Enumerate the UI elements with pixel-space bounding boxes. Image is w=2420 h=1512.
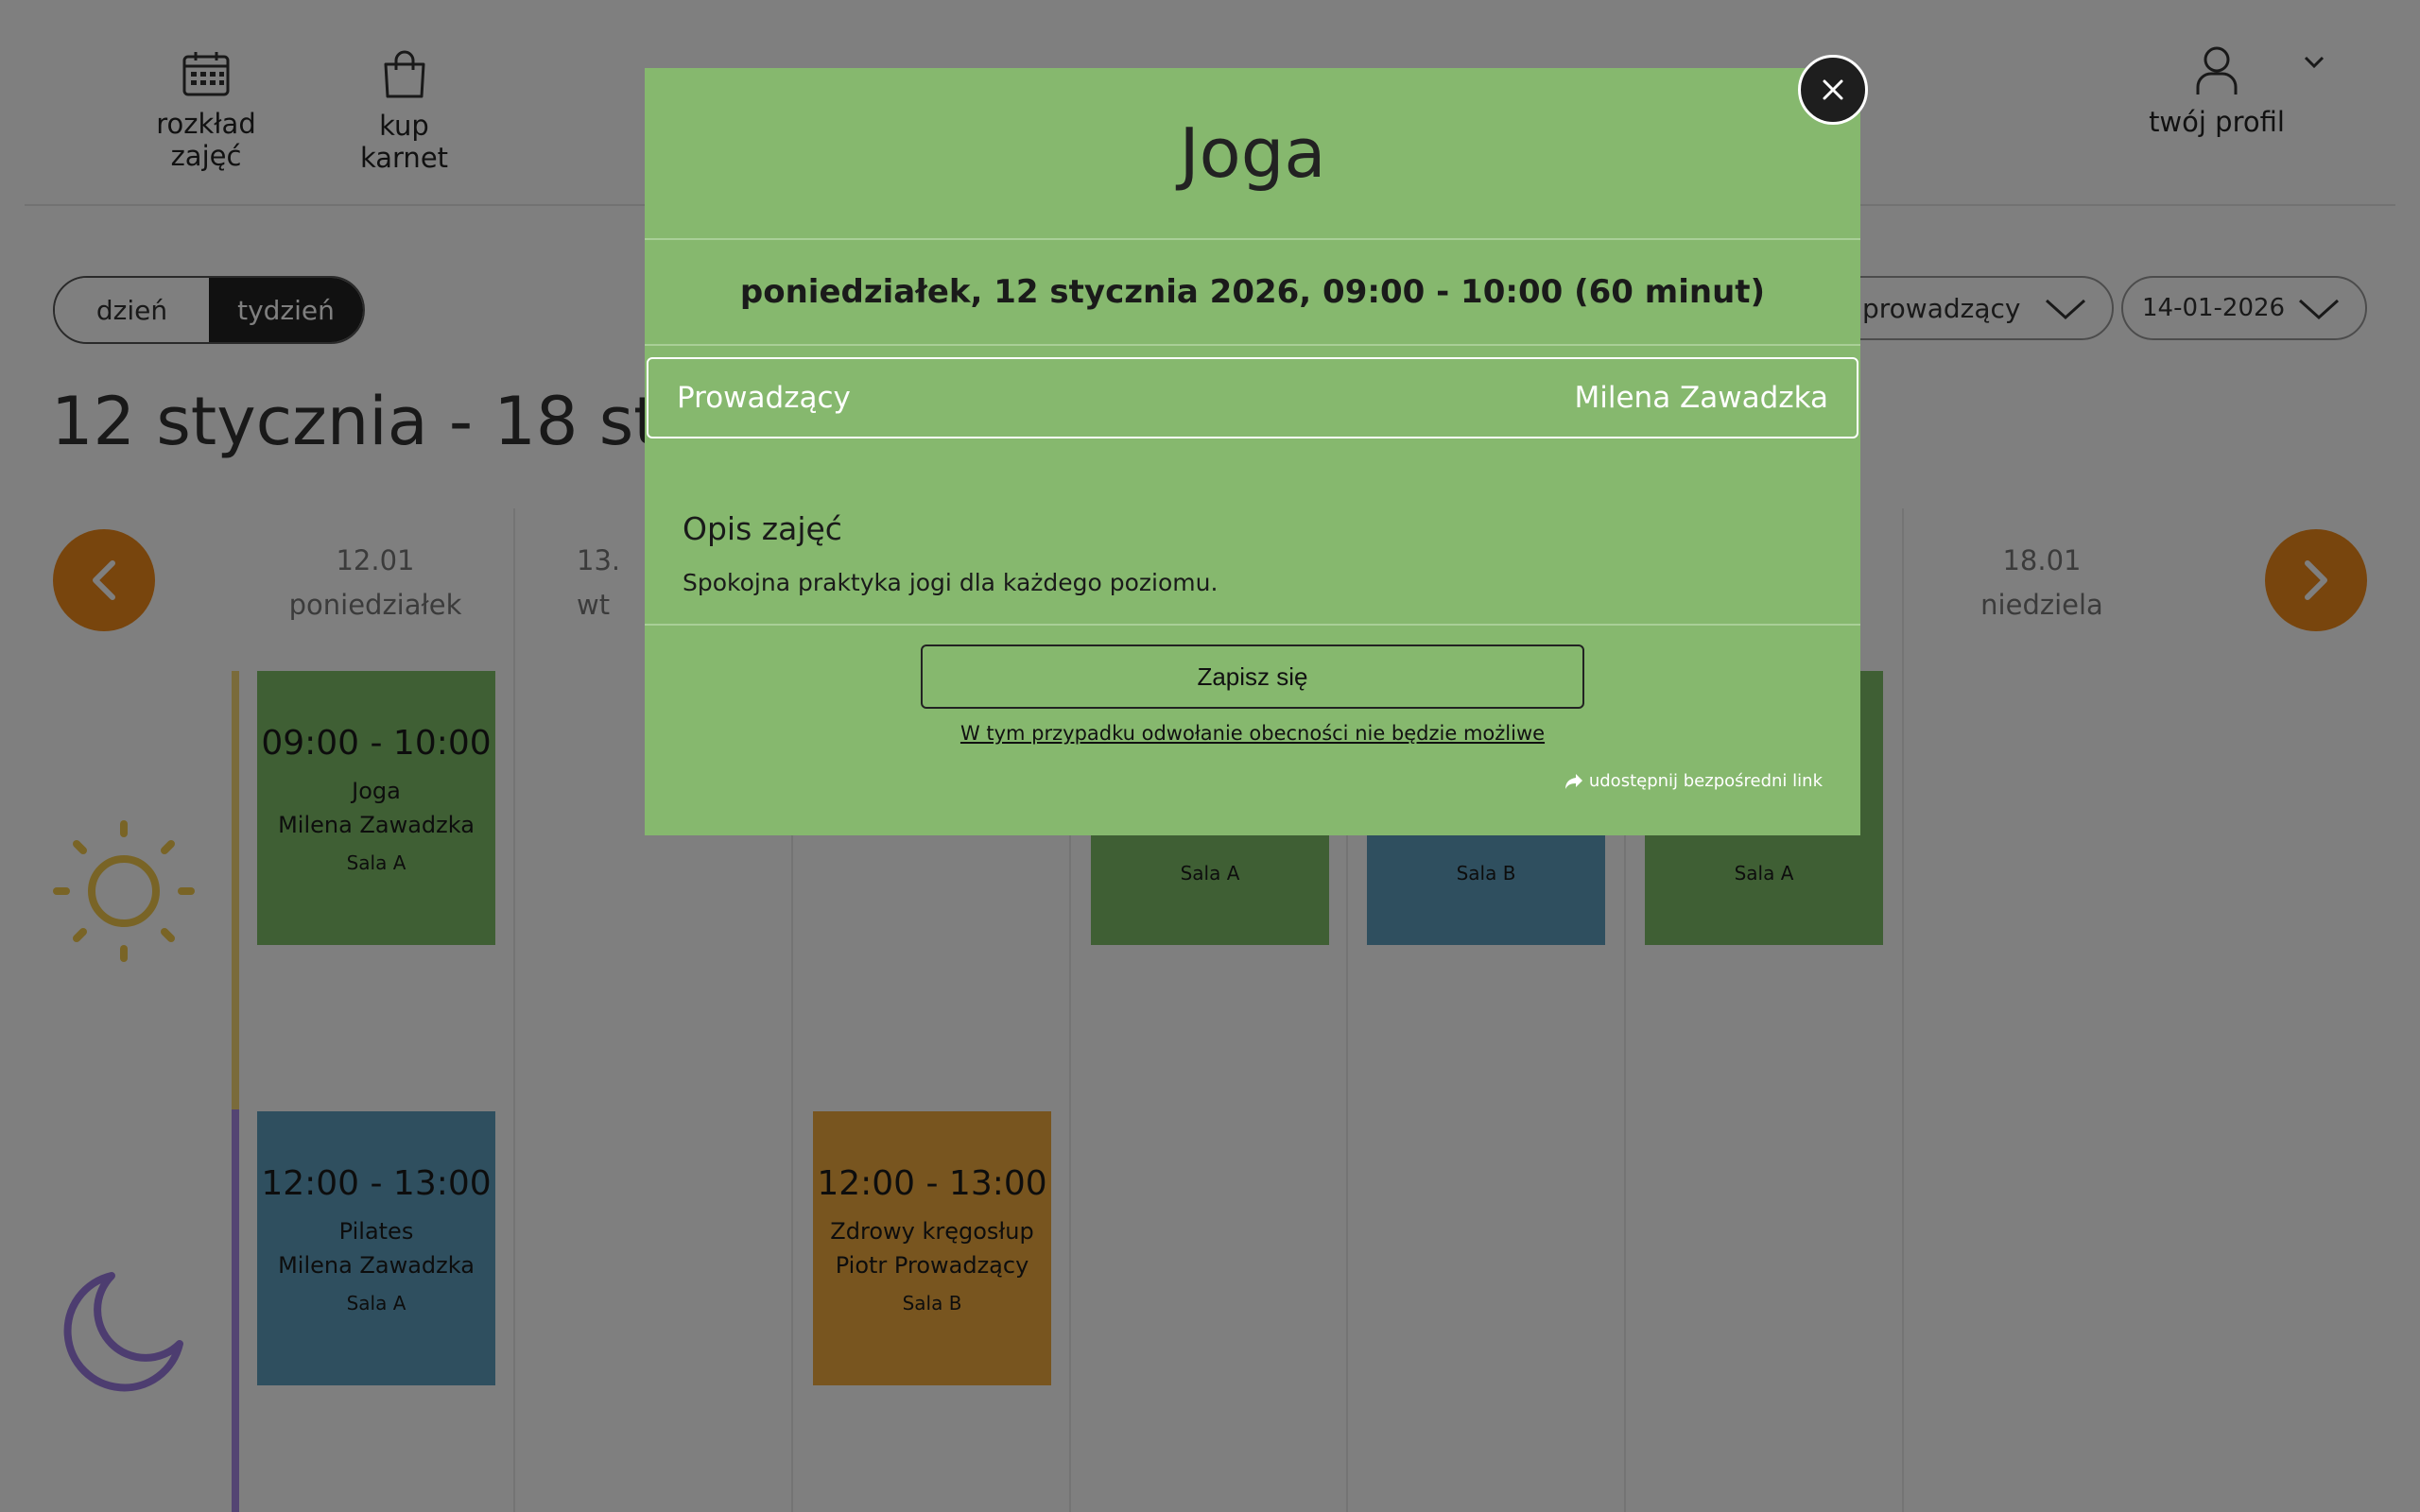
teacher-value: Milena Zawadzka — [1574, 381, 1828, 415]
share-direct-link[interactable]: udostępnij bezpośredni link — [1564, 771, 1823, 791]
cancellation-note: W tym przypadku odwołanie obecności nie … — [959, 722, 1546, 745]
modal-divider — [645, 344, 1860, 346]
teacher-label: Prowadzący — [677, 381, 851, 415]
class-details-modal: Joga poniedziałek, 12 stycznia 2026, 09:… — [645, 68, 1860, 835]
share-link-label: udostępnij bezpośredni link — [1588, 771, 1823, 791]
description-text: Spokojna praktyka jogi dla każdego pozio… — [683, 569, 1219, 596]
share-arrow-icon — [1564, 773, 1582, 789]
modal-datetime: poniedziałek, 12 stycznia 2026, 09:00 - … — [739, 273, 1766, 311]
close-icon — [1823, 79, 1843, 100]
close-modal-button[interactable] — [1798, 55, 1868, 125]
description-heading: Opis zajęć — [683, 510, 842, 547]
modal-title: Joga — [1179, 113, 1326, 193]
signup-button[interactable]: Zapisz się — [921, 644, 1584, 709]
teacher-row: Prowadzący Milena Zawadzka — [647, 357, 1858, 438]
modal-divider — [645, 624, 1860, 626]
